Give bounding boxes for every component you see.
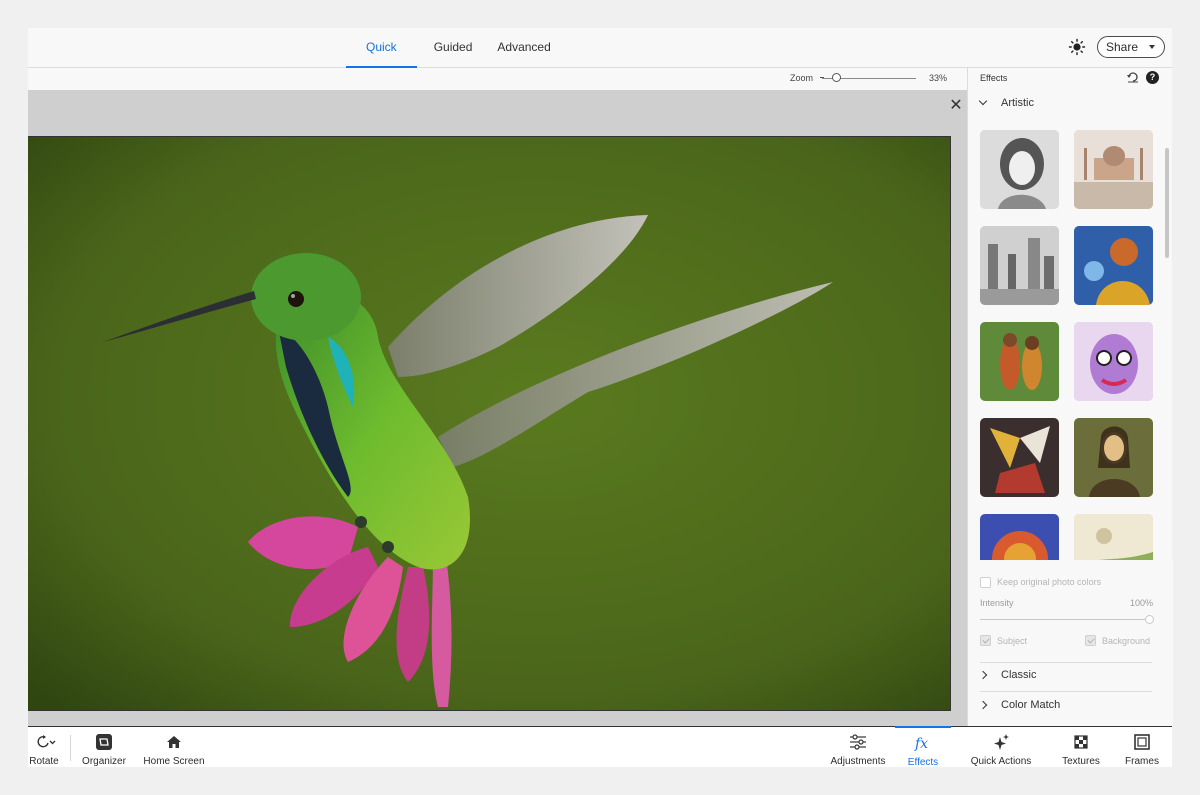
zoom-value: 33% [929,73,948,83]
subject-label: Subject [997,636,1028,646]
panel-title: Effects [980,73,1008,83]
share-label: Share [1106,40,1139,54]
intensity-slider-track[interactable] [980,619,1148,620]
effect-thumb-sketch-landscape[interactable] [1074,514,1153,560]
mode-tabs: Quick Guided Advanced [346,28,559,68]
toolbar-separator [70,735,71,761]
fx-icon: fx [914,736,928,751]
effect-thumb-gauguin[interactable] [980,322,1059,401]
canvas-area: ✕ [28,90,967,726]
quick-actions-label: Quick Actions [970,756,1032,767]
organizer-icon [96,734,112,750]
chevron-right-icon [978,700,988,710]
effect-thumbnails [968,130,1173,560]
effects-button[interactable]: fx Effects [895,726,951,768]
divider [980,662,1152,663]
tab-guided[interactable]: Guided [417,28,490,68]
panel-header: Effects ? [968,68,1173,90]
effect-thumb-taj-mahal[interactable] [1074,130,1153,209]
background-checkbox[interactable] [1085,635,1096,646]
section-artistic-label: Artistic [1001,97,1034,109]
effect-thumb-painted-figure[interactable] [1074,226,1153,305]
section-classic-label: Classic [1001,669,1037,681]
effect-thumb-cubist[interactable] [980,418,1059,497]
frame-icon [1134,734,1150,750]
share-button[interactable]: Share [1097,36,1165,58]
section-classic[interactable]: Classic [968,664,1173,688]
intensity-label: Intensity [980,598,1014,608]
adjustments-button[interactable]: Adjustments [830,727,886,768]
zoom-slider-handle[interactable] [832,73,842,82]
reset-icon[interactable] [1126,71,1140,83]
close-icon[interactable]: ✕ [948,98,964,114]
rotate-icon [37,735,56,748]
effect-thumb-city-bridge[interactable] [980,226,1059,305]
textures-icon [1074,735,1088,749]
keep-colors-label: Keep original photo colors [997,577,1102,587]
effect-thumb-mona-lisa[interactable] [1074,418,1153,497]
effect-thumb-sketch-portrait[interactable] [980,130,1059,209]
organizer-label: Organizer [82,756,126,767]
section-color-match-label: Color Match [1001,699,1061,711]
panel-scrollbar[interactable] [1165,148,1169,258]
chevron-right-icon [978,670,988,680]
home-screen-button[interactable]: Home Screen [142,727,206,768]
effects-label: Effects [907,757,939,768]
organizer-button[interactable]: Organizer [80,727,128,768]
photo-image [28,137,950,710]
zoom-bar: Zoom 33% [28,68,967,90]
frames-button[interactable]: Frames [1120,727,1164,768]
brightness-sun-icon[interactable] [1068,38,1086,56]
quick-actions-button[interactable]: Quick Actions [968,727,1034,768]
section-color-match[interactable]: Color Match [968,694,1173,718]
effect-thumb-lion-colorful[interactable] [980,514,1059,560]
help-icon[interactable]: ? [1146,71,1159,84]
caret-down-icon [1149,45,1155,49]
divider [980,691,1152,692]
adjustments-label: Adjustments [830,756,886,767]
section-artistic[interactable]: Artistic [968,92,1173,116]
tab-advanced[interactable]: Advanced [489,28,558,68]
home-screen-label: Home Screen [143,756,205,767]
subject-checkbox[interactable] [980,635,991,646]
bottom-toolbar: Rotate Organizer Home Screen Adjustments… [28,726,1172,768]
sliders-icon [850,734,866,750]
rotate-button[interactable]: Rotate [24,727,64,768]
sparkle-icon [994,734,1009,750]
frames-label: Frames [1125,756,1159,767]
keep-colors-checkbox[interactable] [980,577,991,588]
intensity-value: 100% [1130,598,1154,608]
hummingbird-photo[interactable] [28,136,951,711]
intensity-slider-handle[interactable] [1145,615,1154,624]
effect-options: Keep original photo colors Intensity 100… [968,560,1173,726]
svg-text:fx: fx [914,736,928,751]
textures-button[interactable]: Textures [1056,727,1106,768]
effect-thumb-pop-art-face[interactable] [1074,322,1153,401]
tab-quick[interactable]: Quick [346,28,417,68]
effects-panel: Effects ? Artistic Keep original photo c… [967,68,1173,726]
photo-editor-app: Quick Guided Advanced Share Zoom 33% ✕ E… [28,28,1173,768]
top-bar: Quick Guided Advanced Share [28,28,1172,68]
textures-label: Textures [1062,756,1100,767]
home-icon [167,736,181,748]
chevron-down-icon [978,96,988,106]
background-label: Background [1102,636,1151,646]
rotate-label: Rotate [29,756,59,767]
zoom-label: Zoom [790,73,814,83]
